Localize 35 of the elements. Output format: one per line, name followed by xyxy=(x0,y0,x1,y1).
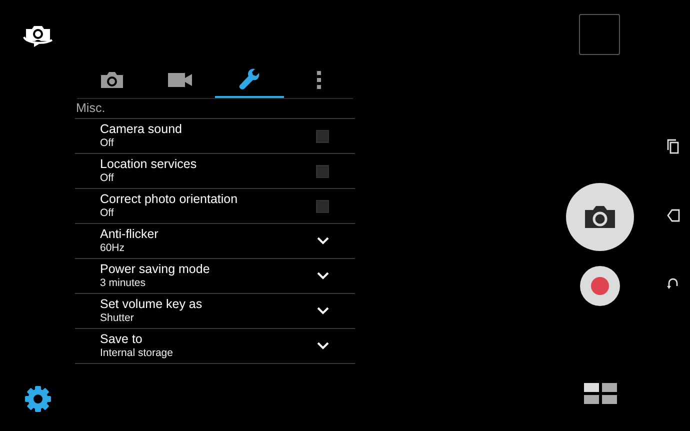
chevron-down-icon[interactable] xyxy=(317,272,329,280)
settings-icon[interactable] xyxy=(24,385,52,413)
setting-label: Anti-flicker xyxy=(100,227,160,242)
video-camera-icon xyxy=(168,72,193,88)
setting-label: Set volume key as xyxy=(100,297,204,312)
setting-label: Power saving mode xyxy=(100,262,211,277)
setting-label: Save to xyxy=(100,332,144,347)
setting-value: 60Hz xyxy=(100,242,126,255)
camera-icon xyxy=(584,205,616,229)
recent-apps-icon[interactable] xyxy=(667,139,679,154)
camera-icon xyxy=(100,71,124,89)
switch-camera-icon[interactable] xyxy=(22,24,54,48)
setting-value: Off xyxy=(100,207,115,220)
thumbnail[interactable] xyxy=(579,14,620,55)
section-title: Misc. xyxy=(75,99,355,119)
back-icon[interactable] xyxy=(666,209,680,222)
chevron-down-icon[interactable] xyxy=(317,237,329,245)
setting-value: Shutter xyxy=(100,312,135,325)
checkbox[interactable] xyxy=(316,130,329,142)
setting-value: 3 minutes xyxy=(100,277,147,290)
checkbox[interactable] xyxy=(316,200,329,212)
more-icon xyxy=(316,71,322,89)
setting-label: Location services xyxy=(100,157,198,172)
checkbox[interactable] xyxy=(316,164,329,178)
grid-icon[interactable] xyxy=(584,383,618,405)
setting-label: Camera sound xyxy=(100,122,183,137)
chevron-down-icon[interactable] xyxy=(317,307,329,315)
setting-value: Internal storage xyxy=(100,347,174,360)
setting-value: Off xyxy=(100,172,115,185)
record-button[interactable] xyxy=(580,266,620,306)
undo-icon[interactable] xyxy=(667,277,679,291)
setting-value: Off xyxy=(100,137,115,150)
setting-label: Correct photo orientation xyxy=(100,192,239,207)
wrench-icon xyxy=(238,68,262,92)
chevron-down-icon[interactable] xyxy=(317,342,329,350)
